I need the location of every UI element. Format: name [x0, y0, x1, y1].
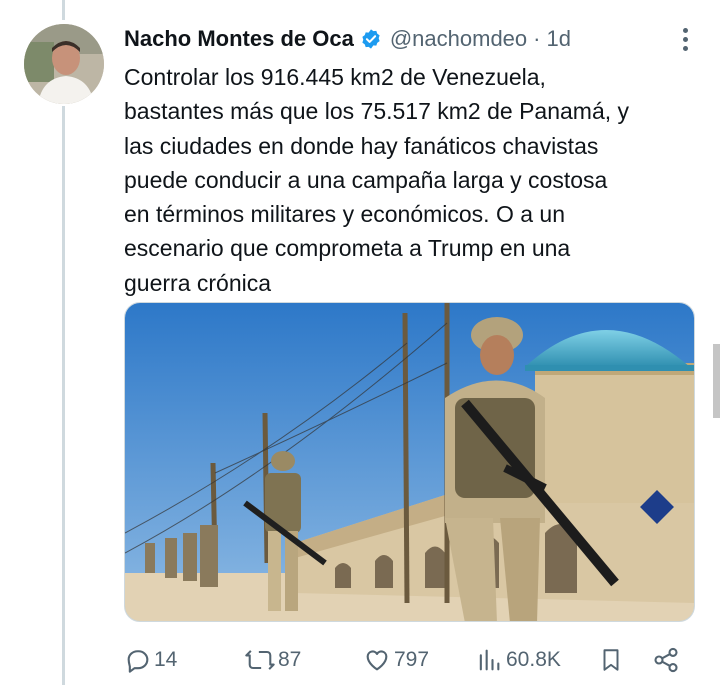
heart-icon	[362, 646, 392, 674]
tweet-header: Nacho Montes de Oca @nachomdeo · 1d	[124, 24, 692, 54]
author-name[interactable]: Nacho Montes de Oca	[124, 26, 354, 52]
share-icon	[652, 646, 680, 674]
repost-icon	[244, 646, 276, 674]
like-button[interactable]: 797	[362, 640, 429, 680]
like-count: 797	[394, 648, 430, 671]
tweet-actions: 14 87 797 60.8K	[124, 640, 696, 680]
views-button[interactable]: 60.8K	[474, 640, 561, 680]
more-dot	[682, 45, 688, 51]
author-handle[interactable]: @nachomdeo	[390, 26, 527, 52]
bookmark-icon	[598, 646, 624, 674]
tweet-image[interactable]	[124, 302, 695, 622]
more-dot	[682, 36, 688, 42]
thread-line	[62, 106, 65, 685]
views-count: 60.8K	[506, 648, 561, 671]
repost-count: 87	[278, 648, 302, 671]
share-button[interactable]	[652, 640, 680, 680]
tweet-timestamp[interactable]: 1d	[546, 26, 570, 52]
thread-line-top	[62, 0, 65, 20]
reply-icon	[124, 646, 152, 674]
more-vertical-icon[interactable]	[678, 24, 692, 54]
repost-button[interactable]: 87	[244, 640, 301, 680]
verified-badge-icon	[360, 28, 382, 50]
bookmark-button[interactable]	[598, 640, 624, 680]
avatar[interactable]	[24, 24, 104, 104]
reply-button[interactable]: 14	[124, 640, 177, 680]
tweet-text: Controlar los 916.445 km2 de Venezuela, …	[124, 64, 630, 296]
more-dot	[682, 27, 688, 33]
scrollbar[interactable]	[713, 344, 720, 418]
views-chart-icon	[474, 646, 504, 674]
reply-count: 14	[154, 648, 178, 671]
separator-dot: ·	[533, 26, 541, 51]
